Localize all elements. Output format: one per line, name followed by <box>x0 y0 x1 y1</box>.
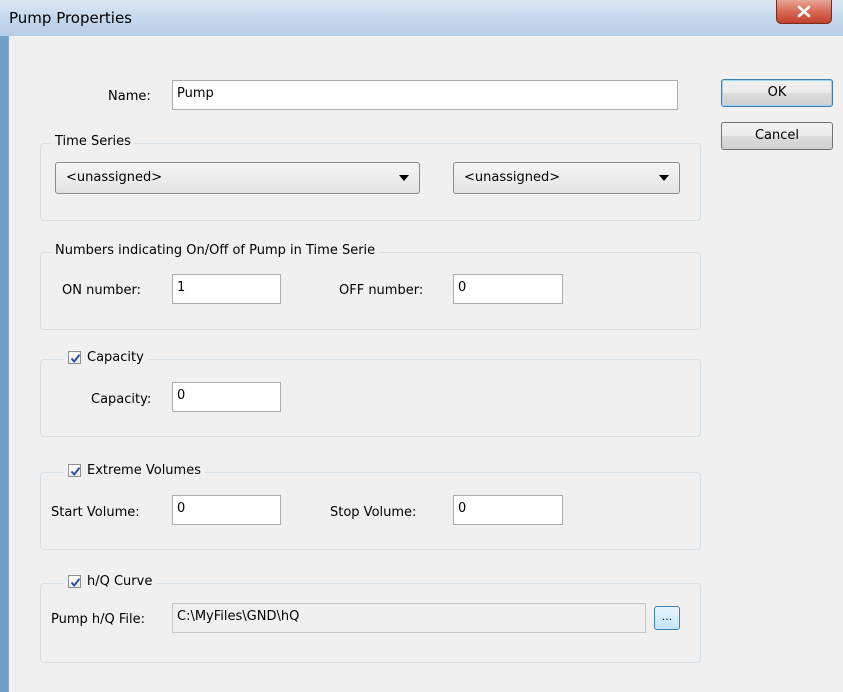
extreme-volumes-checkbox[interactable] <box>68 464 81 477</box>
time-series-select-2-value: <unassigned> <box>464 170 561 185</box>
on-number-label: ON number: <box>62 283 141 298</box>
title-bar[interactable]: Pump Properties <box>0 0 843 36</box>
off-number-label: OFF number: <box>339 283 424 298</box>
on-off-title: Numbers indicating On/Off of Pump in Tim… <box>51 243 380 258</box>
ok-button[interactable]: OK <box>721 79 833 107</box>
hq-curve-checkbox-label: h/Q Curve <box>87 574 153 589</box>
window-title: Pump Properties <box>9 9 132 27</box>
extreme-volumes-title[interactable]: Extreme Volumes <box>64 463 205 478</box>
capacity-label: Capacity: <box>91 392 152 407</box>
pump-hq-file-label: Pump h/Q File: <box>51 612 146 627</box>
off-number-input[interactable]: 0 <box>453 274 563 304</box>
stop-volume-label: Stop Volume: <box>330 505 417 520</box>
close-icon <box>797 5 811 18</box>
name-label: Name: <box>108 89 151 104</box>
cancel-button[interactable]: Cancel <box>721 122 833 150</box>
capacity-checkbox-label: Capacity <box>87 350 144 365</box>
start-volume-label: Start Volume: <box>51 505 140 520</box>
chevron-down-icon <box>399 175 409 181</box>
hq-curve-title[interactable]: h/Q Curve <box>64 574 157 589</box>
chevron-down-icon <box>659 175 669 181</box>
dialog-window: Pump Properties Name: Pump OK Cancel Tim… <box>0 0 843 692</box>
capacity-checkbox[interactable] <box>68 351 81 364</box>
time-series-title: Time Series <box>51 134 135 149</box>
capacity-title[interactable]: Capacity <box>64 350 148 365</box>
time-series-select-1-value: <unassigned> <box>66 170 163 185</box>
hq-curve-checkbox[interactable] <box>68 575 81 588</box>
close-button[interactable] <box>776 0 832 24</box>
browse-button[interactable]: ... <box>654 606 680 630</box>
extreme-volumes-checkbox-label: Extreme Volumes <box>87 463 201 478</box>
checkmark-icon <box>70 467 81 477</box>
checkmark-icon <box>70 578 81 588</box>
name-input[interactable]: Pump <box>172 80 678 110</box>
checkmark-icon <box>70 354 81 364</box>
time-series-select-1[interactable]: <unassigned> <box>55 162 420 194</box>
on-number-input[interactable]: 1 <box>172 274 281 304</box>
start-volume-input[interactable]: 0 <box>172 495 281 525</box>
pump-hq-file-input[interactable]: C:\MyFiles\GND\hQ <box>172 603 646 633</box>
dialog-body: Name: Pump OK Cancel Time Series <unassi… <box>8 36 843 692</box>
time-series-select-2[interactable]: <unassigned> <box>453 162 680 194</box>
capacity-input[interactable]: 0 <box>172 382 281 412</box>
stop-volume-input[interactable]: 0 <box>453 495 563 525</box>
